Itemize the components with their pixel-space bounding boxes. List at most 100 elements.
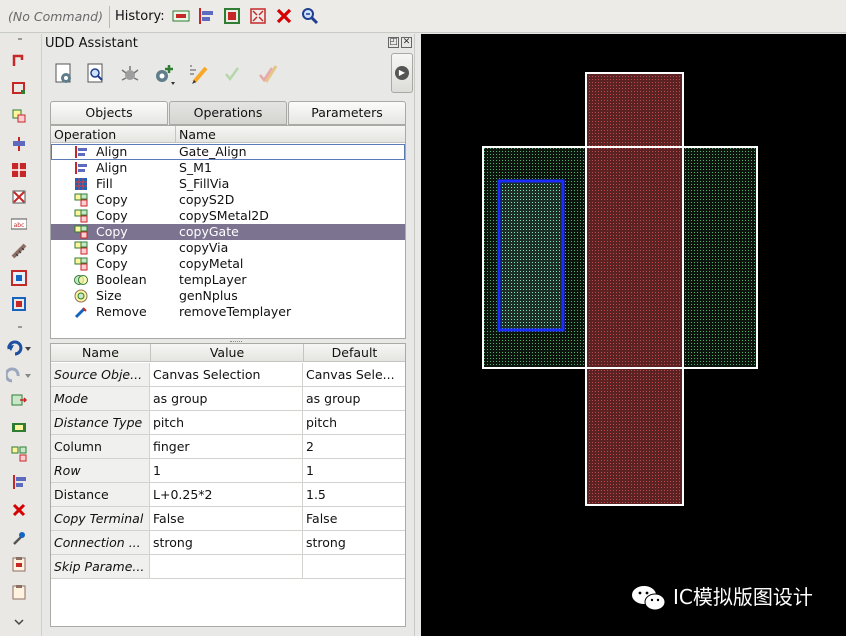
undo-icon[interactable] (6, 340, 32, 356)
gate-poly[interactable] (586, 73, 683, 505)
clipboard-paste-icon[interactable] (11, 584, 27, 600)
redo-icon[interactable] (6, 367, 32, 383)
ruler-tool-icon[interactable] (11, 243, 27, 259)
property-row[interactable]: Modeas groupas group (51, 387, 405, 411)
stretch-tool-icon[interactable] (11, 108, 27, 124)
property-table[interactable]: Name Value Default Source Obje...Canvas … (50, 343, 406, 627)
operation-row[interactable]: SizegenNplus (51, 288, 405, 304)
toolbar-separator (109, 6, 110, 28)
property-value[interactable]: False (150, 507, 303, 530)
apply-edit-icon[interactable] (254, 62, 278, 86)
operation-name: copySMetal2D (179, 208, 269, 224)
property-default: 2 (303, 435, 405, 458)
tab-operations[interactable]: Operations (169, 101, 287, 125)
property-default (303, 555, 405, 578)
via-tool-icon[interactable] (11, 270, 27, 286)
operation-row[interactable]: BooleantempLayer (51, 272, 405, 288)
column-header-default[interactable]: Default (303, 344, 405, 362)
clipboard-copy-icon[interactable] (11, 556, 27, 572)
align-icon (74, 145, 88, 159)
property-default: 1 (303, 459, 405, 482)
property-value[interactable]: as group (150, 387, 303, 410)
column-header-operation[interactable]: Operation (54, 126, 116, 143)
operation-type: Copy (96, 192, 128, 208)
expand-toolbar-icon[interactable] (14, 619, 24, 627)
rect-tool-icon[interactable] (11, 80, 27, 96)
layout-canvas[interactable]: IC模拟版图设计 (421, 34, 846, 636)
edit-icon[interactable] (186, 62, 210, 86)
property-row[interactable]: Copy TerminalFalse False (51, 507, 405, 531)
operation-row[interactable]: AlignGate_Align (51, 144, 405, 160)
align-icon[interactable] (197, 7, 215, 25)
column-header-name[interactable]: Name (51, 344, 150, 362)
operations-list[interactable]: Operation Name AlignGate_AlignAlignS_M1F… (50, 125, 406, 339)
property-row[interactable]: Connection ...strongstrong (51, 531, 405, 555)
operation-row[interactable]: FillS_FillVia (51, 176, 405, 192)
property-default: 1.5 (303, 483, 405, 506)
operation-name: Gate_Align (179, 144, 247, 160)
debug-icon[interactable] (118, 62, 142, 86)
property-value[interactable]: pitch (150, 411, 303, 434)
top-toolbar: (No Command) History: (0, 0, 846, 33)
operation-row[interactable]: RemoveremoveTemplayer (51, 304, 405, 320)
tab-parameters[interactable]: Parameters (288, 101, 406, 125)
property-value[interactable]: L+0.25*2 (150, 483, 303, 506)
operation-row[interactable]: CopycopyS2D (51, 192, 405, 208)
float-icon[interactable]: ◰ (388, 37, 399, 48)
operation-name: S_FillVia (179, 176, 229, 192)
property-name: Distance Type (51, 411, 150, 434)
command-input[interactable]: (No Command) (8, 7, 108, 27)
delete-tool-icon[interactable] (11, 502, 27, 518)
property-value[interactable]: Canvas Selection (150, 363, 303, 386)
array-tool-icon[interactable] (11, 162, 27, 178)
select-rect-icon[interactable] (172, 7, 190, 25)
property-row[interactable]: Source Obje...Canvas SelectionCanvas Sel… (51, 363, 405, 387)
path-tool-icon[interactable] (11, 52, 27, 68)
label-tool-icon[interactable]: abc (11, 216, 27, 232)
property-row[interactable]: Columnfinger2 (51, 435, 405, 459)
close-icon[interactable]: ✕ (401, 37, 412, 48)
check-icon[interactable] (220, 62, 244, 86)
new-operation-icon[interactable] (52, 62, 76, 86)
operation-row[interactable]: CopycopyVia (51, 240, 405, 256)
hierarchy-icon[interactable] (11, 446, 27, 462)
operation-name: copyVia (179, 240, 228, 256)
zoom-icon[interactable] (301, 7, 319, 25)
property-row[interactable]: Skip Parame... (51, 555, 405, 579)
add-settings-icon[interactable] (152, 62, 176, 86)
diffusion-shape[interactable] (501, 181, 563, 330)
properties-icon[interactable] (11, 530, 27, 546)
property-default: False (303, 507, 405, 530)
guard-ring-icon[interactable] (11, 296, 27, 312)
run-button[interactable]: ▶ (391, 53, 413, 93)
copy-tool-icon[interactable] (11, 419, 27, 435)
property-row[interactable]: Distance Typepitchpitch (51, 411, 405, 435)
copy-icon (74, 257, 88, 271)
align-tool-icon[interactable] (11, 136, 27, 152)
column-header-value[interactable]: Value (150, 344, 303, 362)
operation-row[interactable]: CopycopyMetal (51, 256, 405, 272)
panel-splitter[interactable] (414, 34, 421, 636)
property-value[interactable]: 1 (150, 459, 303, 482)
property-row[interactable]: Row11 (51, 459, 405, 483)
operation-row[interactable]: CopycopySMetal2D (51, 208, 405, 224)
property-value[interactable] (150, 555, 303, 578)
delete-icon[interactable] (275, 7, 293, 25)
property-value[interactable]: strong (150, 531, 303, 554)
operation-name: removeTemplayer (179, 304, 291, 320)
chop-tool-icon[interactable] (11, 189, 27, 205)
search-operation-icon[interactable] (84, 62, 108, 86)
zoom-fit-icon[interactable] (223, 7, 241, 25)
property-row[interactable]: DistanceL+0.25*21.5 (51, 483, 405, 507)
align-objects-icon[interactable] (11, 474, 27, 490)
toolbar-grip (18, 326, 22, 328)
operation-row[interactable]: AlignS_M1 (51, 160, 405, 176)
watermark-text: IC模拟版图设计 (673, 583, 813, 611)
tab-objects[interactable]: Objects (50, 101, 168, 125)
column-header-name[interactable]: Name (179, 126, 216, 143)
fullscreen-icon[interactable] (249, 7, 267, 25)
operation-row[interactable]: CopycopyGate (51, 224, 405, 240)
operation-name: genNplus (179, 288, 238, 304)
move-icon[interactable] (11, 392, 27, 408)
property-value[interactable]: finger (150, 435, 303, 458)
